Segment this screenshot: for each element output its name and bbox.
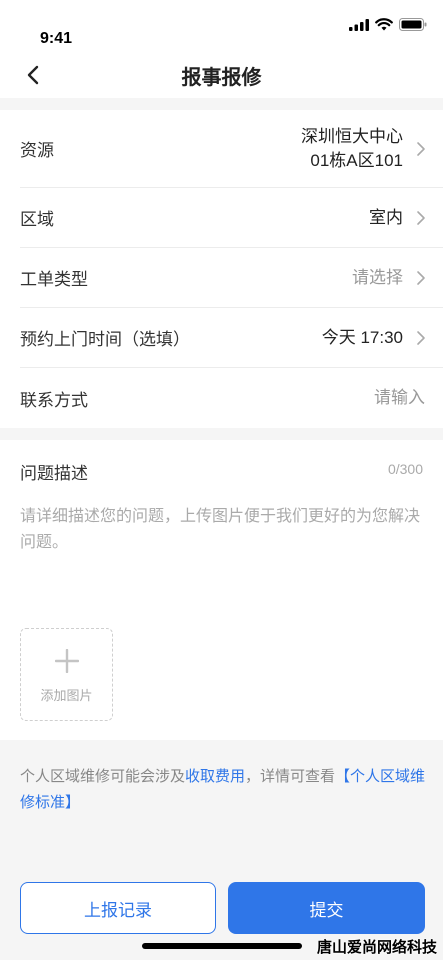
page-title: 报事报修 bbox=[181, 67, 262, 89]
appointment-label: 预约上门时间（选填） bbox=[20, 330, 190, 349]
fee-link[interactable]: 收取费用 bbox=[185, 768, 245, 785]
notice-text-middle: ，详情可查看 bbox=[245, 768, 336, 785]
plus-icon bbox=[55, 649, 79, 673]
repair-form: 资源 深圳恒大中心 01栋A区101 区域 室内 工单类型 请选择 预约上门时间… bbox=[0, 110, 443, 428]
appointment-value: 今天 17:30 bbox=[321, 327, 403, 347]
fee-notice: 个人区域维修可能会涉及收取费用，详情可查看【个人区域维修标准】 bbox=[20, 764, 430, 816]
contact-label: 联系方式 bbox=[20, 390, 88, 410]
area-value: 室内 bbox=[369, 207, 403, 227]
area-label: 区域 bbox=[20, 210, 54, 229]
wifi-icon bbox=[375, 18, 393, 31]
signal-icon bbox=[349, 18, 369, 31]
description-textarea[interactable]: 请详细描述您的问题，上传图片便于我们更好的为您解决问题。 bbox=[20, 504, 430, 556]
order-type-select: 请选择 bbox=[352, 267, 403, 287]
status-icons bbox=[349, 18, 427, 31]
status-bar: 9:41 bbox=[0, 0, 443, 50]
notice-text: 个人区域维修可能会涉及 bbox=[20, 768, 186, 785]
add-image-label: 添加图片 bbox=[40, 688, 93, 703]
order-type-label: 工单类型 bbox=[20, 270, 88, 289]
appointment-row[interactable]: 预约上门时间（选填） 今天 17:30 bbox=[20, 308, 443, 368]
description-section: 问题描述 0/300 请详细描述您的问题，上传图片便于我们更好的为您解决问题。 … bbox=[0, 440, 443, 740]
chevron-right-icon bbox=[417, 270, 425, 285]
nav-bar: 报事报修 bbox=[0, 50, 443, 98]
add-image-button[interactable]: 添加图片 bbox=[20, 628, 113, 721]
resource-value-line1: 深圳恒大中心 bbox=[301, 126, 403, 146]
battery-icon bbox=[399, 18, 427, 31]
home-indicator bbox=[142, 943, 302, 949]
chevron-right-icon bbox=[417, 141, 425, 156]
resource-value-line2: 01栋A区101 bbox=[310, 150, 403, 170]
resource-row[interactable]: 资源 深圳恒大中心 01栋A区101 bbox=[20, 110, 443, 188]
description-label: 问题描述 bbox=[20, 464, 88, 483]
contact-input[interactable]: 请输入 bbox=[374, 386, 425, 410]
area-row[interactable]: 区域 室内 bbox=[20, 188, 443, 248]
report-history-button[interactable]: 上报记录 bbox=[20, 882, 216, 934]
character-counter: 0/300 bbox=[387, 461, 423, 477]
chevron-right-icon bbox=[417, 210, 425, 225]
chevron-right-icon bbox=[417, 330, 425, 345]
resource-label: 资源 bbox=[20, 141, 54, 160]
contact-row: 联系方式 请输入 bbox=[20, 368, 443, 428]
order-type-row[interactable]: 工单类型 请选择 bbox=[20, 248, 443, 308]
submit-button[interactable]: 提交 bbox=[228, 882, 425, 934]
resource-value: 深圳恒大中心 01栋A区101 bbox=[301, 125, 403, 173]
watermark: 唐山爱尚网络科技 bbox=[316, 939, 437, 956]
status-time: 9:41 bbox=[40, 30, 73, 47]
